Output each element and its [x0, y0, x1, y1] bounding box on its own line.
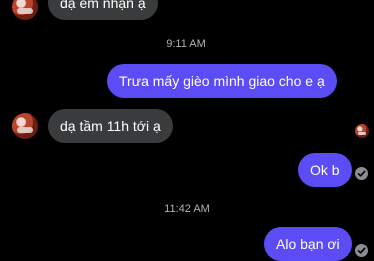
message-bubble-incoming[interactable]: dạ em nhận ạ [48, 0, 158, 20]
contact-avatar[interactable] [12, 113, 38, 139]
contact-avatar[interactable] [12, 0, 38, 20]
check-circle-icon [355, 244, 368, 257]
message-bubble-outgoing[interactable]: Ok b [298, 153, 352, 187]
check-circle-icon [355, 167, 368, 180]
timestamp: 11:42 AM [164, 203, 210, 215]
timestamp: 9:11 AM [166, 38, 206, 50]
message-bubble-outgoing[interactable]: Alo bạn ơi [264, 227, 352, 261]
message-bubble-incoming[interactable]: dạ tầm 11h tới ạ [48, 109, 173, 143]
message-bubble-outgoing[interactable]: Trưa mấy gièo mình giao cho e ạ [107, 64, 337, 98]
seen-avatar [355, 124, 369, 138]
